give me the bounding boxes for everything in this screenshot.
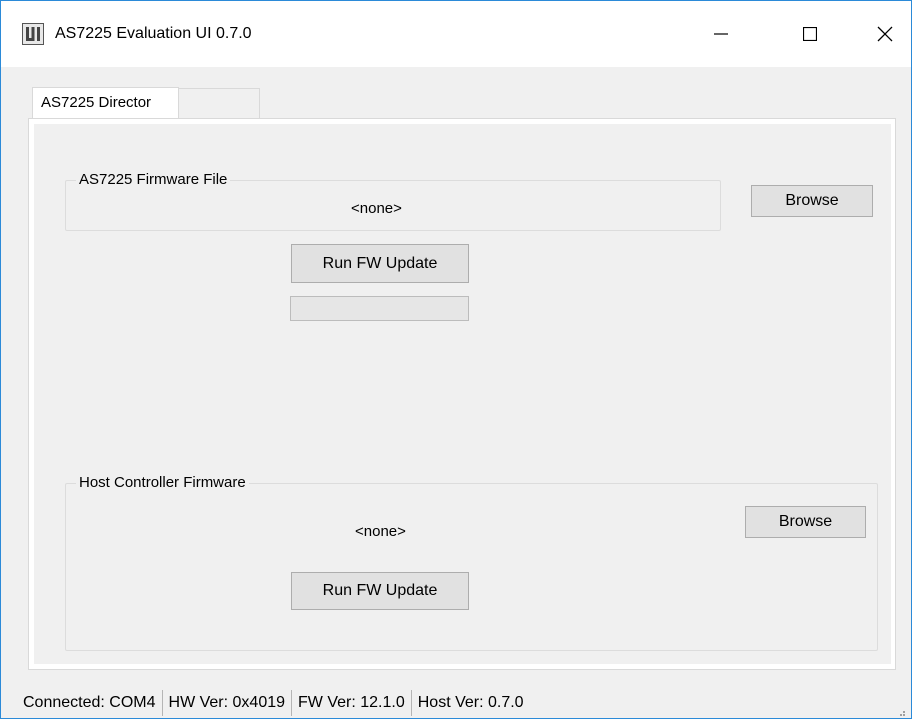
host-run-fw-update-button[interactable]: Run FW Update	[291, 572, 469, 610]
host-firmware-file-value: <none>	[355, 523, 406, 540]
status-hw-version: HW Ver: 0x4019	[163, 689, 293, 716]
maximize-button[interactable]	[787, 15, 833, 53]
app-logo-icon	[22, 23, 44, 45]
tab-unnamed[interactable]	[178, 88, 260, 119]
title-bar[interactable]: AS7225 Evaluation UI 0.7.0	[1, 1, 911, 67]
minimize-button[interactable]	[698, 15, 744, 53]
host-browse-button[interactable]: Browse	[745, 506, 866, 538]
as7225-firmware-group-title: AS7225 Firmware File	[76, 171, 231, 189]
as7225-update-progress-bar	[290, 296, 469, 321]
close-button[interactable]	[862, 15, 908, 53]
as7225-run-fw-update-button[interactable]: Run FW Update	[291, 244, 469, 283]
resize-grip-icon[interactable]	[896, 704, 906, 716]
status-fw-version: FW Ver: 12.1.0	[292, 689, 412, 716]
window-title: AS7225 Evaluation UI 0.7.0	[55, 25, 252, 42]
status-host-version: Host Ver: 0.7.0	[417, 693, 524, 711]
as7225-firmware-file-value: <none>	[351, 200, 402, 217]
close-icon	[877, 26, 893, 42]
minimize-icon	[714, 33, 728, 35]
tab-as7225-director[interactable]: AS7225 Director	[32, 87, 179, 119]
status-connected: Connected: COM4	[2, 689, 163, 716]
as7225-browse-button[interactable]: Browse	[751, 185, 873, 217]
status-bar: Connected: COM4 HW Ver: 0x4019 FW Ver: 1…	[2, 687, 910, 718]
host-firmware-group-title: Host Controller Firmware	[76, 474, 249, 492]
maximize-icon	[803, 27, 817, 41]
main-window: AS7225 Evaluation UI 0.7.0 AS7225 Direct…	[0, 0, 912, 719]
